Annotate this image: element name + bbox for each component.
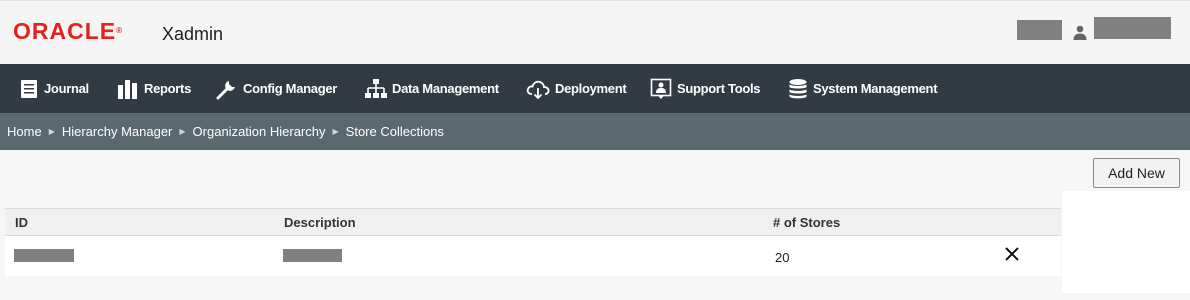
column-header-description[interactable]: Description [284,215,356,230]
user-icon[interactable] [1073,25,1087,40]
breadcrumb-home[interactable]: Home [7,124,42,139]
hierarchy-icon [365,78,387,98]
nav-data-management[interactable]: Data Management [365,64,499,113]
breadcrumb-organization-hierarchy[interactable]: Organization Hierarchy [193,124,326,139]
breadcrumb-hierarchy-manager[interactable]: Hierarchy Manager [62,124,173,139]
main-nav: Journal Reports Config Manager Data Mana… [0,64,1190,113]
nav-deployment[interactable]: Deployment [526,64,627,113]
bar-chart-icon [118,79,137,99]
nav-reports[interactable]: Reports [117,64,191,113]
redacted-store-info [1017,20,1062,40]
nav-reports-label: Reports [144,81,192,96]
journal-icon [21,79,37,98]
cloud-download-icon [526,80,550,99]
oracle-logo: ORACLE® [13,18,124,44]
nav-support-tools-label: Support Tools [677,81,761,96]
app-name: Xadmin [162,24,224,44]
page: ORACLE® Xadmin Journal Reports Config Ma… [0,0,1190,300]
breadcrumb-separator-icon: ▶ [48,127,55,136]
add-new-button[interactable]: Add New [1093,158,1180,188]
nav-support-tools[interactable]: Support Tools [650,64,761,113]
nav-system-management-label: System Management [813,81,938,96]
redacted-id [14,249,74,262]
redacted-description [283,249,342,262]
brand-text: ORACLE [13,18,117,44]
breadcrumb-separator-icon: ▶ [332,127,339,136]
breadcrumb-store-collections: Store Collections [345,124,444,139]
breadcrumb-separator-icon: ▶ [179,127,186,136]
nav-config-manager-label: Config Manager [243,81,338,96]
wrench-icon [216,80,235,99]
table-row[interactable]: 20 [5,236,1061,276]
nav-deployment-label: Deployment [555,81,627,96]
nav-system-management[interactable]: System Management [788,64,938,113]
blank-panel [1062,191,1190,293]
app-header: ORACLE® Xadmin [0,0,1190,64]
table-header: ID Description # of Stores [5,208,1061,236]
column-header-id[interactable]: ID [15,215,28,230]
nav-data-management-label: Data Management [392,81,499,96]
delete-icon[interactable] [1004,246,1020,262]
database-icon [789,78,807,98]
redacted-username[interactable] [1094,17,1171,39]
support-icon [650,78,672,99]
nav-journal[interactable]: Journal [20,64,89,113]
nav-journal-label: Journal [44,81,89,96]
store-count: 20 [775,250,790,265]
breadcrumb: Home ▶ Hierarchy Manager ▶ Organization … [0,113,1190,150]
nav-config-manager[interactable]: Config Manager [216,64,337,113]
column-header-stores[interactable]: # of Stores [773,215,840,230]
